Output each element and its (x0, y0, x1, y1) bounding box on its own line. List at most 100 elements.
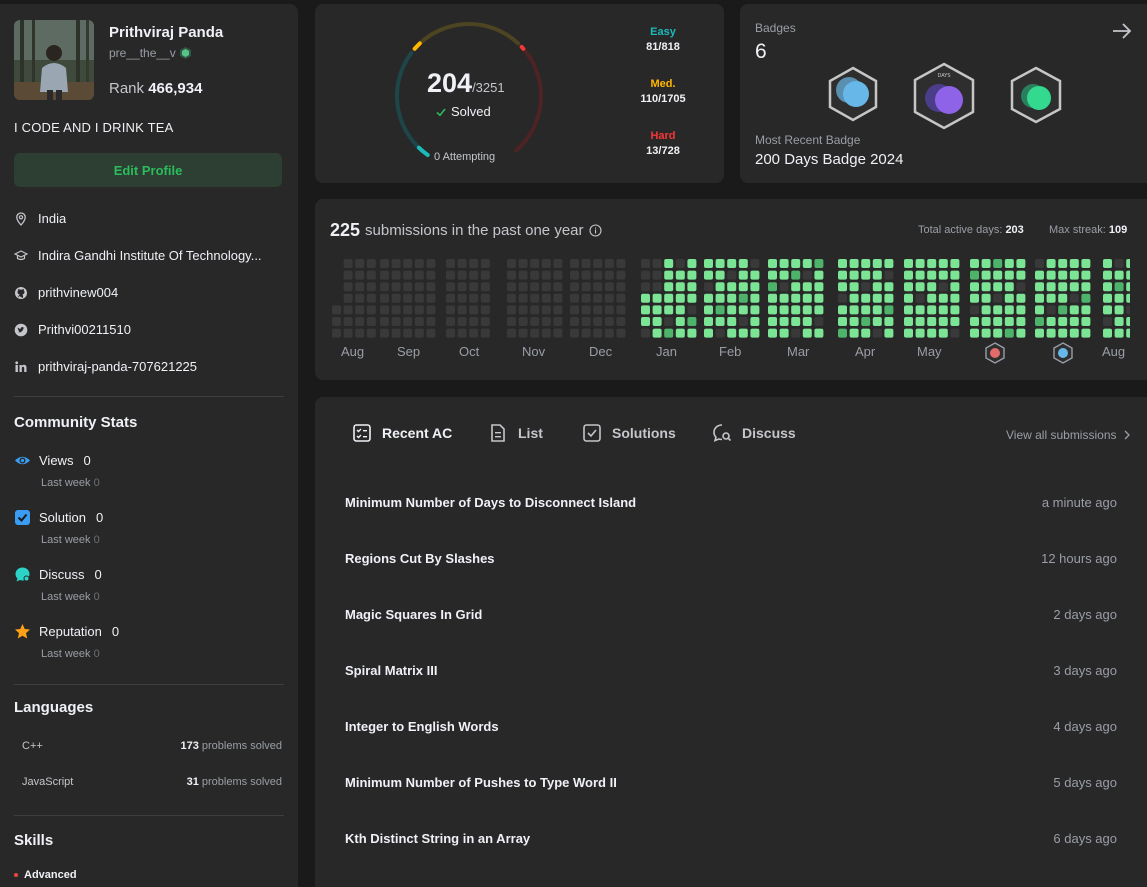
heatmap-cell[interactable] (1004, 259, 1014, 268)
heatmap-cell[interactable] (553, 305, 563, 315)
heatmap-cell[interactable] (652, 282, 662, 292)
heatmap-cell[interactable] (675, 282, 685, 292)
heatmap-cell[interactable] (343, 305, 353, 315)
heatmap-cell[interactable] (872, 305, 882, 315)
heatmap-cell[interactable] (915, 270, 925, 280)
heatmap-cell[interactable] (1046, 270, 1056, 280)
heatmap-cell[interactable] (366, 282, 376, 292)
heatmap-cell[interactable] (426, 317, 436, 326)
heatmap-cell[interactable] (884, 305, 894, 315)
heatmap-cell[interactable] (553, 328, 563, 338)
heatmap-cell[interactable] (391, 293, 401, 303)
submission-row[interactable]: Minimum Number of Pushes to Type Word II… (331, 758, 1131, 806)
heatmap-cell[interactable] (403, 317, 413, 326)
heatmap-cell[interactable] (581, 328, 591, 338)
heatmap-cell[interactable] (664, 259, 674, 268)
heatmap-cell[interactable] (593, 305, 603, 315)
heatmap-cell[interactable] (518, 270, 528, 280)
heatmap-cell[interactable] (838, 282, 847, 292)
heatmap-cell[interactable] (779, 282, 789, 292)
heatmap-cell[interactable] (366, 293, 376, 303)
heatmap-cell[interactable] (355, 282, 365, 292)
heatmap-cell[interactable] (802, 282, 812, 292)
heatmap-cell[interactable] (802, 270, 812, 280)
heatmap-cell[interactable] (802, 293, 812, 303)
heatmap-cell[interactable] (480, 317, 490, 326)
heatmap-cell[interactable] (1004, 328, 1014, 338)
badge-annual-icon[interactable] (827, 66, 879, 122)
heatmap-cell[interactable] (641, 282, 650, 292)
heatmap-cell[interactable] (993, 328, 1003, 338)
heatmap-cell[interactable] (366, 270, 376, 280)
heatmap-cell[interactable] (872, 282, 882, 292)
heatmap-cell[interactable] (704, 270, 713, 280)
heatmap-cell[interactable] (1035, 328, 1044, 338)
heatmap-cell[interactable] (414, 259, 424, 268)
heatmap-cell[interactable] (981, 317, 991, 326)
heatmap-cell[interactable] (1069, 270, 1079, 280)
heatmap-cell[interactable] (1016, 282, 1026, 292)
heatmap-cell[interactable] (838, 317, 847, 326)
heatmap-cell[interactable] (861, 305, 871, 315)
heatmap-cell[interactable] (915, 293, 925, 303)
heatmap-cell[interactable] (768, 282, 777, 292)
difficulty-medium[interactable]: Med. 110/1705 (623, 78, 703, 105)
heatmap-cell[interactable] (664, 270, 674, 280)
heatmap-cell[interactable] (1035, 293, 1044, 303)
heatmap-cell[interactable] (366, 259, 376, 268)
heatmap-cell[interactable] (1035, 317, 1044, 326)
heatmap-cell[interactable] (981, 328, 991, 338)
heatmap-cell[interactable] (704, 282, 713, 292)
heatmap-cell[interactable] (750, 282, 760, 292)
heatmap-cell[interactable] (814, 305, 824, 315)
heatmap-cell[interactable] (366, 317, 376, 326)
heatmap-cell[interactable] (581, 293, 591, 303)
twitter-row[interactable]: Prithvi00211510 (14, 322, 286, 337)
heatmap-cell[interactable] (849, 317, 859, 326)
heatmap-cell[interactable] (1081, 270, 1091, 280)
heatmap-cell[interactable] (604, 305, 614, 315)
heatmap-cell[interactable] (675, 317, 685, 326)
heatmap-cell[interactable] (426, 328, 436, 338)
heatmap-cell[interactable] (664, 305, 674, 315)
heatmap-cell[interactable] (581, 305, 591, 315)
heatmap-cell[interactable] (1114, 259, 1124, 268)
heatmap-cell[interactable] (480, 305, 490, 315)
heatmap-cell[interactable] (469, 317, 479, 326)
heatmap-cell[interactable] (950, 282, 960, 292)
heatmap-cell[interactable] (814, 282, 824, 292)
skill-advanced[interactable]: Advanced (14, 869, 77, 881)
badge-200-days-icon[interactable]: DAYS (912, 62, 976, 130)
heatmap-cell[interactable] (970, 305, 979, 315)
heatmap-cell[interactable] (768, 270, 777, 280)
heatmap-cell[interactable] (604, 259, 614, 268)
heatmap-cell[interactable] (1046, 317, 1056, 326)
arrow-right-icon[interactable] (1111, 20, 1133, 42)
heatmap-cell[interactable] (530, 270, 540, 280)
heatmap-cell[interactable] (981, 270, 991, 280)
heatmap-cell[interactable] (469, 270, 479, 280)
heatmap-cell[interactable] (1126, 317, 1130, 326)
heatmap-cell[interactable] (446, 305, 455, 315)
heatmap-cell[interactable] (604, 282, 614, 292)
heatmap-cell[interactable] (904, 317, 913, 326)
heatmap-cell[interactable] (950, 328, 960, 338)
heatmap-cell[interactable] (838, 305, 847, 315)
heatmap-cell[interactable] (768, 317, 777, 326)
heatmap-cell[interactable] (616, 317, 626, 326)
heatmap-cell[interactable] (1058, 270, 1068, 280)
heatmap-cell[interactable] (904, 293, 913, 303)
heatmap-cell[interactable] (1081, 317, 1091, 326)
heatmap-cell[interactable] (768, 328, 777, 338)
heatmap-cell[interactable] (1016, 305, 1026, 315)
heatmap-cell[interactable] (927, 328, 937, 338)
heatmap-cell[interactable] (970, 293, 979, 303)
heatmap-cell[interactable] (1103, 270, 1112, 280)
heatmap-cell[interactable] (861, 259, 871, 268)
heatmap-cell[interactable] (553, 282, 563, 292)
heatmap-cell[interactable] (570, 270, 579, 280)
heatmap-cell[interactable] (446, 270, 455, 280)
heatmap-cell[interactable] (1004, 282, 1014, 292)
heatmap-cell[interactable] (391, 282, 401, 292)
heatmap-cell[interactable] (1016, 293, 1026, 303)
